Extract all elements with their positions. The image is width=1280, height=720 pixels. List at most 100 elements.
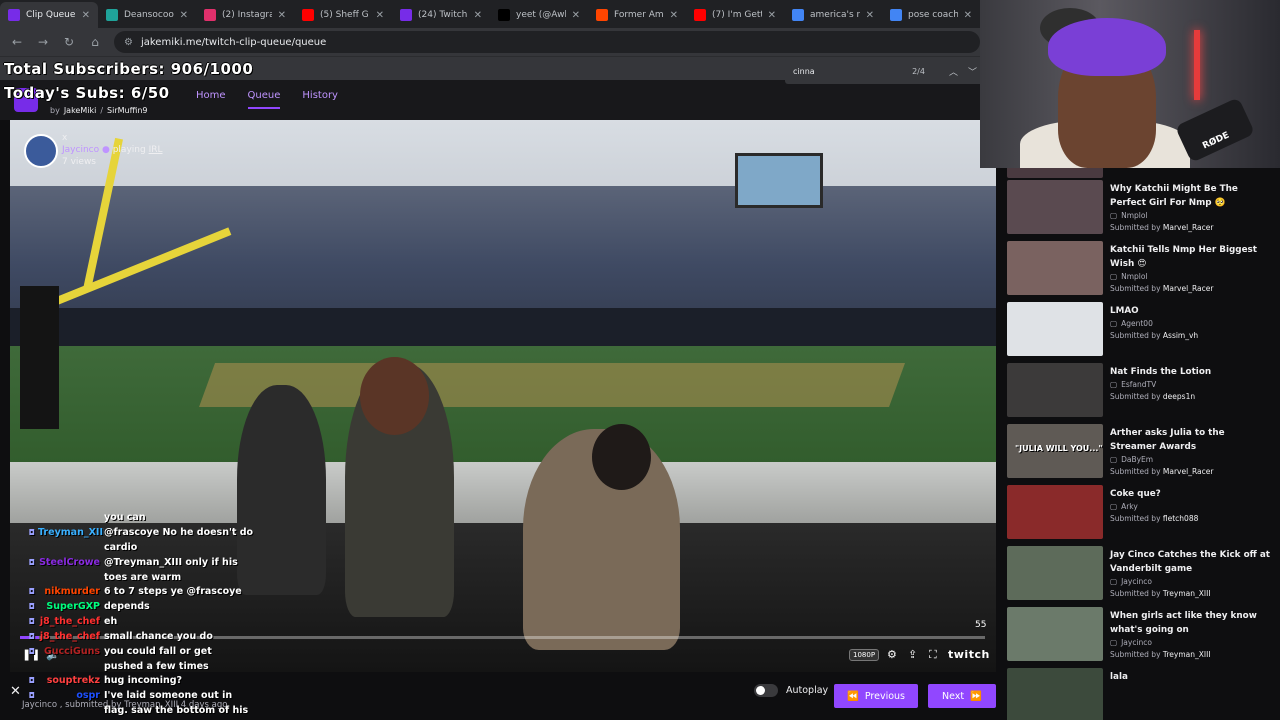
chat-username[interactable]: SteelCrowe bbox=[38, 555, 104, 585]
find-prev-icon[interactable]: ︿ bbox=[949, 65, 958, 78]
chat-username[interactable]: souptrekz bbox=[38, 673, 104, 688]
chat-username[interactable]: GucciGuns bbox=[38, 644, 104, 674]
previous-button[interactable]: ⏪ Previous bbox=[834, 684, 918, 708]
tab-label: (24) Twitch bbox=[418, 10, 468, 20]
clip-submitter: Submitted by Marvel_Racer bbox=[1110, 284, 1213, 293]
twitch-icon bbox=[8, 9, 20, 21]
nav-home[interactable]: Home bbox=[196, 90, 226, 109]
close-tab-icon[interactable]: ✕ bbox=[670, 10, 678, 21]
clip-thumbnail[interactable]: "JULIA WILL YOU..." bbox=[1007, 424, 1103, 478]
queue-item[interactable]: When girls act like they know what's goi… bbox=[1007, 607, 1277, 665]
chat-username[interactable]: Treyman_XIII bbox=[38, 525, 104, 555]
twitch-logo[interactable]: twitch bbox=[948, 648, 990, 661]
settings-gear-icon[interactable]: ⚙ bbox=[887, 648, 897, 661]
fast-forward-icon: ⏩ bbox=[970, 690, 982, 702]
queue-item[interactable]: Nat Finds the Lotion ▢ EsfandTV Submitted b… bbox=[1007, 363, 1277, 421]
close-tab-icon[interactable]: ✕ bbox=[768, 10, 776, 21]
total-subscribers-overlay: Total Subscribers: 906/1000 bbox=[4, 60, 254, 78]
clip-channel: ▢ Arky bbox=[1110, 502, 1138, 511]
close-tab-icon[interactable]: ✕ bbox=[474, 10, 482, 21]
category-link[interactable]: IRL bbox=[149, 145, 163, 155]
browser-tab[interactable]: Former Americ ✕ bbox=[588, 2, 686, 28]
browser-tab[interactable]: america's next ✕ bbox=[784, 2, 882, 28]
channel-icon: ▢ bbox=[1110, 272, 1118, 281]
close-icon[interactable]: ✕ bbox=[10, 684, 21, 699]
queue-item[interactable]: Coke que? ▢ Arky Submitted by fletch088 bbox=[1007, 485, 1277, 543]
author-link[interactable]: SirMuffin9 bbox=[107, 106, 147, 115]
queue-item[interactable]: Jay Cinco Catches the Kick off at Vander… bbox=[1007, 546, 1277, 604]
close-tab-icon[interactable]: ✕ bbox=[278, 10, 286, 21]
chat-username[interactable]: SuperGXP bbox=[38, 599, 104, 614]
quality-badge[interactable]: 1080P bbox=[849, 649, 880, 661]
autoplay-toggle[interactable] bbox=[754, 684, 778, 697]
next-button[interactable]: Next ⏩ bbox=[928, 684, 996, 708]
browser-tab[interactable]: yeet (@Awk20 ✕ bbox=[490, 2, 588, 28]
browser-tab[interactable]: (7) I'm Getting ✕ bbox=[686, 2, 784, 28]
youtube-icon bbox=[694, 9, 706, 21]
queue-item[interactable]: LMAO ▢ Agent00 Submitted by Assim_vh bbox=[1007, 302, 1277, 360]
clip-submitter: Submitted by Marvel_Racer bbox=[1110, 223, 1213, 232]
clip-submitter: Submitted by Assim_vh bbox=[1110, 331, 1198, 340]
browser-tab[interactable]: (24) Twitch ✕ bbox=[392, 2, 490, 28]
queue-item[interactable]: Why Katchii Might Be The Perfect Girl Fo… bbox=[1007, 180, 1277, 238]
chat-message: ◘ SteelCrowe @Treyman_XIII only if his toe… bbox=[0, 555, 260, 585]
submitted-by-label: Submitted by bbox=[1110, 392, 1161, 401]
clip-thumbnail[interactable] bbox=[1007, 607, 1103, 661]
clip-thumbnail[interactable] bbox=[1007, 546, 1103, 600]
chat-message: ◘ souptrekz hug incoming? bbox=[0, 673, 260, 688]
browser-tab[interactable]: (5) Sheff G - D ✕ bbox=[294, 2, 392, 28]
queue-item[interactable]: lala bbox=[1007, 668, 1277, 720]
clip-thumbnail[interactable] bbox=[1007, 363, 1103, 417]
chat-badge-icon: ◘ bbox=[28, 647, 35, 656]
byline: by JakeMiki / SirMuffin9 bbox=[50, 106, 148, 115]
nav-history[interactable]: History bbox=[302, 90, 338, 109]
chat-badge-icon: ◘ bbox=[28, 558, 35, 567]
browser-tab[interactable]: (2) Instagram ✕ bbox=[196, 2, 294, 28]
chat-username[interactable]: nikmurder bbox=[38, 584, 104, 599]
chat-text: hug incoming? bbox=[104, 675, 183, 686]
share-icon[interactable]: ⇪ bbox=[908, 648, 917, 661]
chat-username[interactable] bbox=[38, 510, 104, 525]
find-input[interactable]: cinna bbox=[793, 67, 815, 76]
clip-thumbnail[interactable] bbox=[1007, 302, 1103, 356]
find-next-icon[interactable]: ﹀ bbox=[968, 65, 977, 78]
fullscreen-icon[interactable]: ⛶ bbox=[929, 648, 937, 662]
main-nav: Home Queue History bbox=[196, 90, 338, 109]
home-icon[interactable]: ⌂ bbox=[88, 35, 102, 49]
forward-icon[interactable]: → bbox=[36, 35, 50, 49]
channel-avatar[interactable] bbox=[24, 134, 58, 168]
channel-link[interactable]: Jaycinco bbox=[62, 145, 99, 155]
chat-username[interactable]: j8_the_chef bbox=[38, 614, 104, 629]
reload-icon[interactable]: ↻ bbox=[62, 35, 76, 49]
clip-thumbnail[interactable] bbox=[1007, 180, 1103, 234]
close-tab-icon[interactable]: ✕ bbox=[866, 10, 874, 21]
chat-username[interactable]: j8_the_chef bbox=[38, 629, 104, 644]
queue-item[interactable]: Katchii Tells Nmp Her Biggest Wish 😍 ▢ Nmp… bbox=[1007, 241, 1277, 299]
close-tab-icon[interactable]: ✕ bbox=[82, 10, 90, 21]
tab-label: america's next bbox=[810, 10, 860, 20]
back-icon[interactable]: ← bbox=[10, 35, 24, 49]
nav-queue[interactable]: Queue bbox=[247, 90, 281, 109]
clip-title: x bbox=[62, 133, 68, 143]
clip-thumbnail[interactable] bbox=[1007, 241, 1103, 295]
submitter-name: deeps1n bbox=[1162, 392, 1196, 401]
queue-item[interactable]: "JULIA WILL YOU..." Arther asks Julia to … bbox=[1007, 424, 1277, 482]
browser-tab[interactable]: Deansocool - ✕ bbox=[98, 2, 196, 28]
instagram-icon bbox=[204, 9, 216, 21]
site-info-icon[interactable]: ⚙ bbox=[124, 37, 133, 48]
clip-thumbnail[interactable] bbox=[1007, 668, 1103, 720]
address-bar[interactable]: ⚙ jakemiki.me/twitch-clip-queue/queue bbox=[114, 31, 980, 53]
close-tab-icon[interactable]: ✕ bbox=[376, 10, 384, 21]
tab-label: (5) Sheff G - D bbox=[320, 10, 370, 20]
clip-thumbnail[interactable] bbox=[1007, 485, 1103, 539]
browser-tab[interactable]: Clip Queue ✕ bbox=[0, 2, 98, 28]
chat-text: you could fall or get pushed a few times bbox=[104, 646, 212, 672]
close-tab-icon[interactable]: ✕ bbox=[572, 10, 580, 21]
close-tab-icon[interactable]: ✕ bbox=[964, 10, 972, 21]
chat-message: ◘ ospr I've laid someone out in flag. saw … bbox=[0, 688, 260, 720]
browser-tab[interactable]: pose coach - G ✕ bbox=[882, 2, 980, 28]
category-prefix: playing bbox=[112, 145, 146, 155]
author-link[interactable]: JakeMiki bbox=[64, 106, 97, 115]
chat-username[interactable]: ospr bbox=[38, 688, 104, 720]
close-tab-icon[interactable]: ✕ bbox=[180, 10, 188, 21]
